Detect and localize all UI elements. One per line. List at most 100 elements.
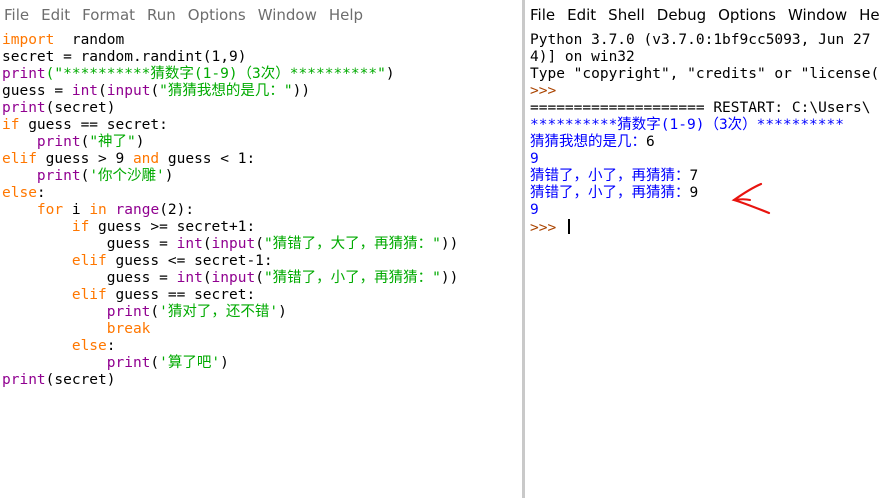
editor-token: in	[89, 202, 107, 218]
editor-token: '算了吧'	[159, 355, 221, 371]
editor-token: int	[176, 236, 203, 252]
editor-token	[2, 355, 107, 371]
shell-menu-help[interactable]: He	[853, 6, 886, 24]
editor-token: (2):	[159, 202, 195, 218]
editor-line-13: guess = int(input("猜错了，大了，再猜猜："))	[2, 236, 522, 253]
editor-menu-file[interactable]: File	[0, 6, 35, 24]
editor-token: "猜错了，大了，再猜猜："	[263, 236, 441, 252]
editor-line-3: print("**********猜数字(1-9)（3次）**********"…	[2, 66, 522, 83]
editor-token: (	[98, 83, 107, 99]
shell-line-12: >>>	[530, 219, 886, 236]
editor-token: print	[106, 355, 151, 371]
editor-line-15: guess = int(input("猜错了，小了，再猜猜："))	[2, 270, 522, 287]
shell-window: File Edit Shell Debug Options Window He …	[525, 0, 886, 498]
editor-line-18: break	[2, 321, 522, 338]
editor-token: ))	[292, 83, 311, 99]
editor-token: (	[255, 270, 264, 286]
editor-token: (	[80, 134, 90, 150]
shell-menu-debug[interactable]: Debug	[651, 6, 712, 24]
editor-token: (	[202, 270, 212, 286]
shell-token: Python 3.7.0 (v3.7.0:1bf9cc5093, Jun 27	[530, 32, 871, 48]
shell-line-5: ==================== RESTART: C:\Users\	[530, 100, 886, 117]
shell-line-2: 4)] on win32	[530, 49, 886, 66]
editor-token: "猜猜我想的是几："	[159, 83, 293, 99]
annotation-arrow-mark	[731, 182, 771, 215]
shell-line-10: 猜错了，小了，再猜猜：9	[530, 185, 886, 202]
editor-token: elif	[71, 287, 107, 303]
editor-token: ))	[440, 236, 459, 252]
editor-menu-options[interactable]: Options	[182, 6, 252, 24]
editor-token	[2, 219, 72, 235]
shell-line-11: 9	[530, 202, 886, 219]
editor-token: (	[150, 355, 160, 371]
editor-token: (	[150, 83, 160, 99]
editor-token: elif	[2, 151, 37, 167]
editor-token: )	[164, 168, 174, 184]
shell-token: 4)] on win32	[530, 49, 635, 65]
editor-token: guess > 9	[36, 151, 133, 167]
editor-token	[2, 287, 72, 303]
editor-line-12: if guess >= secret+1:	[2, 219, 522, 236]
shell-token: 猜错了，小了，再猜猜：	[530, 185, 690, 201]
editor-token	[2, 321, 107, 337]
editor-line-8: elif guess > 9 and guess < 1:	[2, 151, 522, 168]
editor-token: print	[2, 66, 46, 82]
editor-line-4: guess = int(input("猜猜我想的是几："))	[2, 83, 522, 100]
editor-token: print	[2, 100, 46, 116]
editor-token: if	[71, 219, 90, 235]
editor-token: else	[2, 185, 37, 201]
shell-token: 9	[530, 202, 539, 218]
editor-line-7: print("神了")	[2, 134, 522, 151]
shell-menu-edit[interactable]: Edit	[561, 6, 602, 24]
editor-menu-run[interactable]: Run	[141, 6, 182, 24]
editor-token: print	[106, 304, 151, 320]
editor-menu-help[interactable]: Help	[323, 6, 369, 24]
editor-line-11: for i in range(2):	[2, 202, 522, 219]
shell-line-4: >>>	[530, 83, 886, 100]
editor-token	[2, 304, 107, 320]
shell-token: **********猜数字(1-9)（3次）**********	[530, 117, 844, 133]
shell-token: 9	[530, 151, 539, 167]
shell-menu-window[interactable]: Window	[782, 6, 853, 24]
editor-menu-window[interactable]: Window	[252, 6, 323, 24]
editor-token: )	[135, 134, 145, 150]
editor-token: input	[211, 270, 256, 286]
shell-menu-shell[interactable]: Shell	[602, 6, 651, 24]
editor-line-5: print(secret)	[2, 100, 522, 117]
shell-token: >>>	[530, 220, 565, 236]
shell-line-9: 猜错了，小了，再猜猜：7	[530, 168, 886, 185]
shell-token: Type "copyright", "credits" or "license(	[530, 66, 880, 82]
shell-line-1: Python 3.7.0 (v3.7.0:1bf9cc5093, Jun 27	[530, 32, 886, 49]
editor-token: i	[63, 202, 90, 218]
editor-token: :	[106, 338, 116, 354]
editor-token: secret = random.randint(1,9)	[2, 49, 247, 65]
editor-text-area[interactable]: import random secret = random.randint(1,9…	[2, 32, 522, 389]
editor-menu-edit[interactable]: Edit	[35, 6, 76, 24]
editor-token: guess =	[2, 83, 72, 99]
shell-token: >>>	[530, 83, 557, 99]
editor-token: random	[54, 32, 125, 48]
editor-token: else	[71, 338, 107, 354]
editor-line-14: elif guess <= secret-1:	[2, 253, 522, 270]
editor-token: int	[176, 270, 203, 286]
editor-line-21: print(secret)	[2, 372, 522, 389]
shell-text-area[interactable]: Python 3.7.0 (v3.7.0:1bf9cc5093, Jun 27 4…	[530, 32, 886, 236]
editor-token: guess <= secret-1:	[106, 253, 273, 269]
text-cursor	[567, 219, 570, 234]
editor-token: '你个沙雕'	[89, 168, 165, 184]
editor-token: input	[211, 236, 256, 252]
editor-token	[107, 202, 116, 218]
editor-line-9: print('你个沙雕')	[2, 168, 522, 185]
editor-line-17: print('猜对了，还不错')	[2, 304, 522, 321]
editor-token: input	[106, 83, 151, 99]
editor-menu-format[interactable]: Format	[76, 6, 141, 24]
editor-window: File Edit Format Run Options Window Help…	[0, 0, 522, 498]
editor-token: "猜错了，小了，再猜猜："	[263, 270, 441, 286]
shell-menu-file[interactable]: File	[525, 6, 561, 24]
shell-line-3: Type "copyright", "credits" or "license(	[530, 66, 886, 83]
shell-menu-options[interactable]: Options	[712, 6, 782, 24]
editor-line-20: print('算了吧')	[2, 355, 522, 372]
editor-line-10: else:	[2, 185, 522, 202]
shell-line-7: 猜猜我想的是几：6	[530, 134, 886, 151]
shell-token: ==================== RESTART: C:\Users\	[530, 100, 871, 116]
